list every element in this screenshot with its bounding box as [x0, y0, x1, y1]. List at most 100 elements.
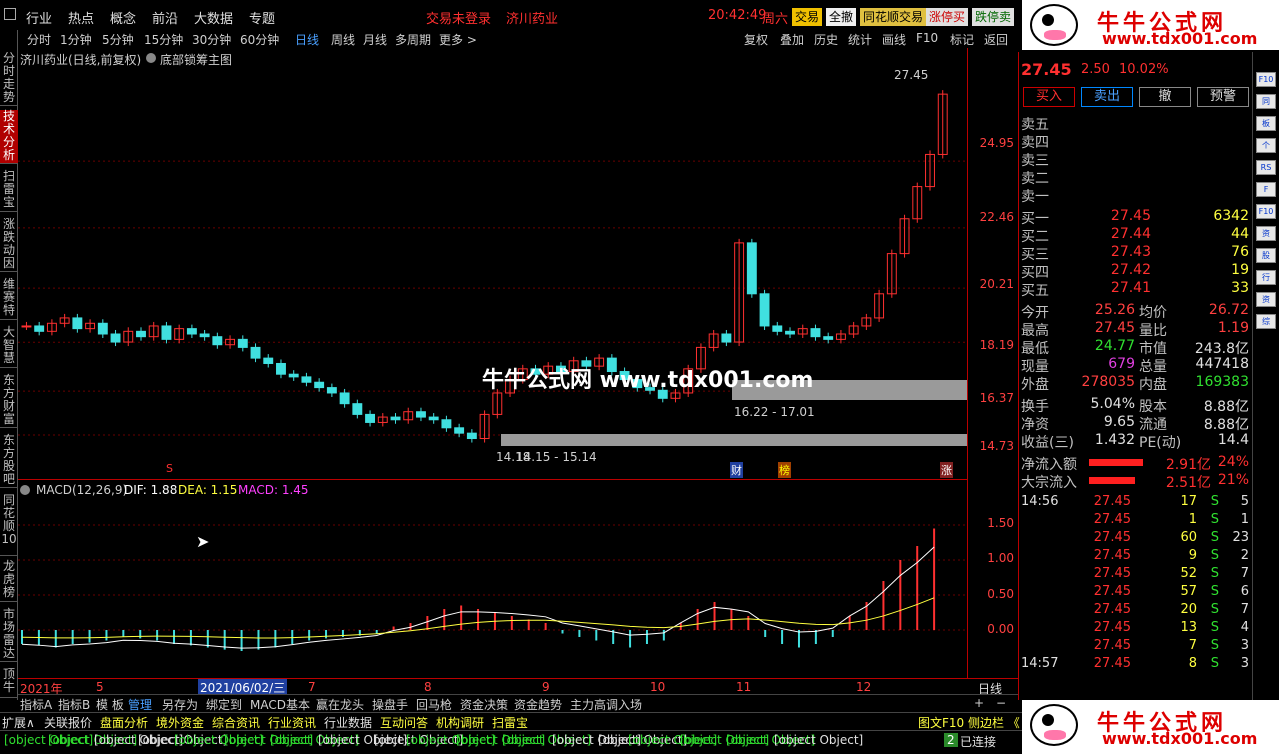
ext-tab[interactable]: 盘面分析: [100, 714, 148, 731]
indicator-tab[interactable]: 资金趋势: [514, 696, 562, 713]
tool-mark[interactable]: 标记: [950, 31, 974, 48]
chart-area[interactable]: 济川药业(日线,前复权) 底部锁筹主图 27.45 16.22 - 17.01 …: [18, 48, 1018, 678]
left-nav-item[interactable]: 顶牛: [0, 668, 18, 698]
left-nav-item[interactable]: 龙虎榜: [0, 560, 18, 602]
side-tool-icon[interactable]: 股: [1256, 248, 1276, 263]
side-tool-icon[interactable]: RS: [1256, 160, 1276, 175]
ths-trade-button[interactable]: 同花顺交易: [860, 8, 927, 26]
indicator-tab[interactable]: 回马枪: [416, 696, 452, 713]
buy-button[interactable]: 买入: [1023, 87, 1075, 107]
side-tool-icon[interactable]: 同: [1256, 94, 1276, 109]
left-nav-item[interactable]: 市场雷达: [0, 608, 18, 662]
indicator-tab[interactable]: 指标B: [58, 696, 90, 713]
marker-limit-up[interactable]: 涨: [940, 462, 953, 478]
menu-item-concept[interactable]: 概念: [110, 8, 136, 27]
menu-item-topic[interactable]: 专题: [249, 8, 275, 27]
side-tool-icon[interactable]: 资: [1256, 226, 1276, 241]
alert-button[interactable]: 预警: [1197, 87, 1249, 107]
indicator-tab[interactable]: 赢在龙头: [316, 696, 364, 713]
ext-tab[interactable]: 行业数据: [324, 714, 372, 731]
indicator-tab[interactable]: 指标A: [20, 696, 52, 713]
ext-tab[interactable]: 行业资讯: [268, 714, 316, 731]
left-nav-item[interactable]: 大智慧: [0, 326, 18, 368]
indicator-tab[interactable]: MACD基本: [250, 696, 310, 713]
stat-label: 净资: [1021, 417, 1049, 433]
period-tab[interactable]: 60分钟: [240, 31, 279, 48]
period-tab[interactable]: 月线: [363, 31, 387, 48]
side-tool-icon[interactable]: 资: [1256, 292, 1276, 307]
index-quote[interactable]: [object Object]: [774, 733, 863, 747]
period-tab[interactable]: 多周期: [395, 31, 431, 48]
bid-row: 买三 27.43 76: [1021, 244, 1249, 263]
indicator-tab-active[interactable]: 管理: [128, 696, 152, 713]
ext-tab[interactable]: 机构调研: [436, 714, 484, 731]
left-nav-item[interactable]: 技术分析: [0, 110, 18, 164]
quote-pct: 10.02%: [1119, 62, 1169, 77]
period-tab[interactable]: 30分钟: [192, 31, 231, 48]
ext-tab[interactable]: 互动问答: [380, 714, 428, 731]
tool-stats[interactable]: 统计: [848, 31, 872, 48]
cancel-order-button[interactable]: 撤: [1139, 87, 1191, 107]
ext-tab[interactable]: 扫雷宝: [492, 714, 528, 731]
macd-panel[interactable]: MACD(12,26,9) DIF: 1.88 DEA: 1.15 MACD: …: [18, 480, 967, 678]
trade-button[interactable]: 交易: [792, 8, 823, 26]
period-tab[interactable]: 15分钟: [144, 31, 183, 48]
tool-overlay[interactable]: 叠加: [780, 31, 804, 48]
period-tab[interactable]: 1分钟: [60, 31, 92, 48]
remove-tab-button[interactable]: −: [996, 696, 1006, 710]
cancel-all-button[interactable]: 全撤: [826, 8, 857, 26]
tool-restore[interactable]: 复权: [744, 31, 768, 48]
kline-panel[interactable]: 济川药业(日线,前复权) 底部锁筹主图 27.45 16.22 - 17.01 …: [18, 48, 967, 480]
side-tool-icon[interactable]: F10: [1256, 72, 1276, 87]
indicator-tab[interactable]: 主力高调入场: [570, 696, 642, 713]
stat-label: 收益(三): [1021, 435, 1074, 451]
period-tab[interactable]: 5分钟: [102, 31, 134, 48]
period-tab-active[interactable]: 日线: [295, 31, 319, 48]
period-tab-more[interactable]: 更多 >: [439, 31, 477, 48]
indicator-tab[interactable]: 模 板: [96, 696, 124, 713]
ext-tab[interactable]: 关联报价: [44, 714, 92, 731]
side-tool-icon[interactable]: F: [1256, 182, 1276, 197]
indicator-tab[interactable]: 资金决策: [460, 696, 508, 713]
left-nav-item[interactable]: 扫雷宝: [0, 170, 18, 212]
app-menu-icon[interactable]: [4, 8, 16, 20]
menu-item-industry[interactable]: 行业: [26, 8, 52, 27]
tool-back[interactable]: 返回: [984, 31, 1008, 48]
indicator-tab[interactable]: 操盘手: [372, 696, 408, 713]
tick-count: 7: [1240, 602, 1249, 617]
date-tick: 5: [96, 680, 104, 694]
left-nav-item[interactable]: 涨跌动因: [0, 218, 18, 272]
left-nav-item[interactable]: 分时走势: [0, 52, 18, 106]
left-nav-item[interactable]: 东方财富: [0, 374, 18, 428]
add-tab-button[interactable]: +: [974, 696, 984, 710]
side-tool-icon[interactable]: 个: [1256, 138, 1276, 153]
period-tab[interactable]: 周线: [331, 31, 355, 48]
side-tool-icon[interactable]: 板: [1256, 116, 1276, 131]
ext-tab[interactable]: 扩展∧: [2, 714, 35, 731]
sidebar-toggle[interactable]: 图文F10 侧边栏 《: [918, 714, 1020, 731]
indicator-tab[interactable]: 另存为: [162, 696, 198, 713]
indicator-tab[interactable]: 绑定到: [206, 696, 242, 713]
menu-item-hot[interactable]: 热点: [68, 8, 94, 27]
left-nav-item[interactable]: 东方股吧: [0, 434, 18, 488]
side-tool-icon[interactable]: F10: [1256, 204, 1276, 219]
sell-button[interactable]: 卖出: [1081, 87, 1133, 107]
tool-history[interactable]: 历史: [814, 31, 838, 48]
limit-down-sell-button[interactable]: 跌停卖: [972, 8, 1015, 26]
marker-finance[interactable]: 财: [730, 462, 743, 478]
tool-f10[interactable]: F10: [916, 31, 938, 45]
stat-row: 今开 25.26 均价 26.72: [1021, 302, 1249, 321]
side-tool-icon[interactable]: 综: [1256, 314, 1276, 329]
side-tool-icon[interactable]: 行: [1256, 270, 1276, 285]
limit-up-buy-button[interactable]: 涨停买: [926, 8, 969, 26]
menu-item-bigdata[interactable]: 大数据: [194, 8, 233, 27]
menu-item-frontier[interactable]: 前沿: [152, 8, 178, 27]
login-status[interactable]: 交易未登录: [426, 8, 491, 27]
period-tab[interactable]: 分时: [27, 31, 51, 48]
ext-tab[interactable]: 综合资讯: [212, 714, 260, 731]
tool-draw[interactable]: 画线: [882, 31, 906, 48]
marker-list[interactable]: 榜: [778, 462, 791, 478]
left-nav-item[interactable]: 维赛特: [0, 278, 18, 320]
left-nav-item[interactable]: 同花顺10: [0, 494, 18, 556]
ext-tab[interactable]: 境外资金: [156, 714, 204, 731]
